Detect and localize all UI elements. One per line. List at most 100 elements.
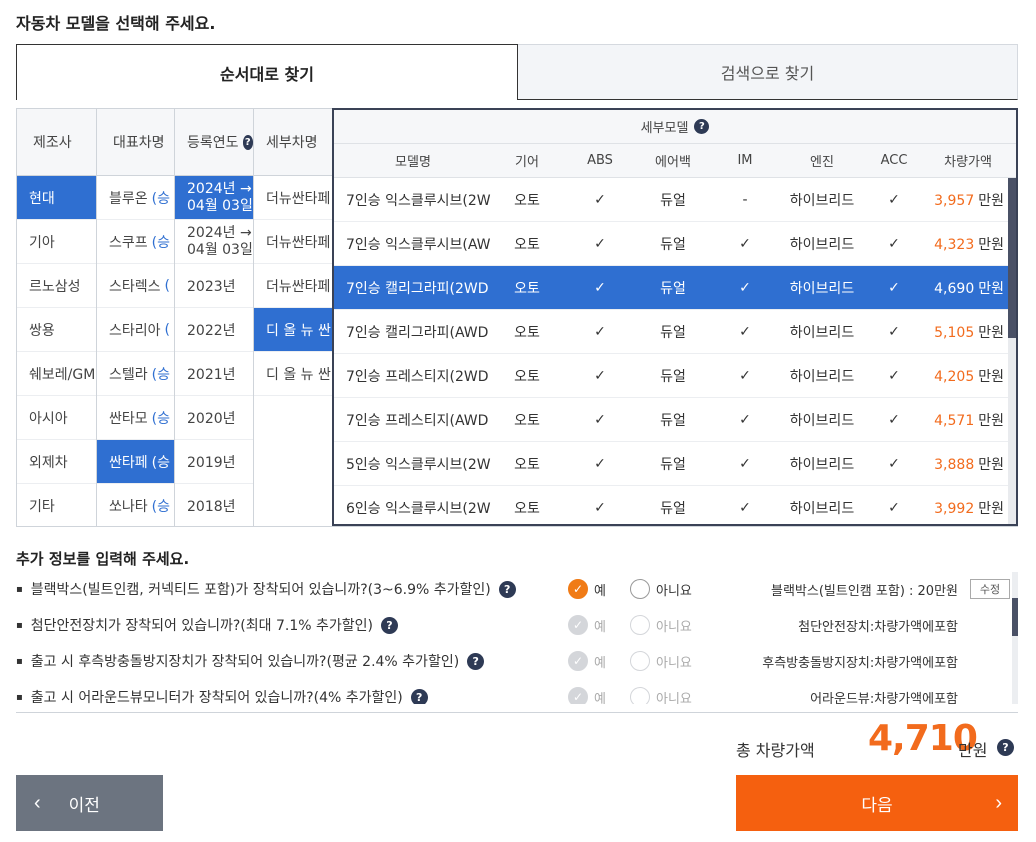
table-row[interactable]: 7인승 프레스티지(2WD 오토 ✓ 듀얼 ✓ 하이브리드 ✓ 4,205 만원 [334,354,1016,398]
model-item[interactable]: 싼타모 (승 [97,396,174,440]
year-item-line1: 2020년 [187,410,236,427]
model-item[interactable]: 싼타페 (승 [97,440,174,484]
check-icon: ✓ [568,579,588,599]
check-icon: ✓ [568,687,588,704]
row-abs: ✓ [594,367,606,384]
radio-no[interactable]: 아니요 [630,651,692,671]
question-circle-icon[interactable]: ? [467,652,485,670]
row-price-unit: 만원 [978,280,1004,297]
table-row[interactable]: 7인승 익스클루시브(AW 오토 ✓ 듀얼 ✓ 하이브리드 ✓ 4,323 만원 [334,222,1016,266]
detail-title-row: 세부모델 ? [334,110,1016,144]
detail-scrollbar-thumb[interactable] [1008,178,1016,338]
maker-item[interactable]: 쉐보레/GM [17,352,96,396]
row-acc: ✓ [888,455,900,472]
year-item[interactable]: 2024년 → 04월 03일 [175,220,253,264]
maker-item[interactable]: 기타 [17,484,96,526]
radio-empty-icon [630,615,650,635]
model-item[interactable]: 블루온 (승 [97,176,174,220]
row-price-unit: 만원 [978,192,1004,209]
model-item-type: (승 [151,410,170,427]
question-circle-icon[interactable]: ? [694,119,710,134]
year-item[interactable]: 2024년 → 04월 03일 [175,176,253,220]
maker-column-header: 제조사 [17,109,96,176]
year-item[interactable]: 2021년 [175,352,253,396]
submodel-item[interactable]: 디 올 뉴 싼 [254,352,334,396]
radio-yes-label: 예 [594,619,606,635]
question-circle-icon[interactable]: ? [380,616,398,634]
row-price: 3,992 만원 [926,498,1010,518]
year-item-line1: 2019년 [187,454,236,471]
year-item[interactable]: 2018년 [175,484,253,526]
option-row: ▪ 첨단안전장치가 장착되어 있습니까?(최대 7.1% 추가할인)? ✓ 예 아니요 첨… [16,610,1018,640]
tab-sequential[interactable]: 순서대로 찾기 [16,44,518,100]
option-question: ▪ 첨단안전장치가 장착되어 있습니까?(최대 7.1% 추가할인)? [16,615,398,635]
model-item[interactable]: 쏘나타 (승 [97,484,174,526]
year-item[interactable]: 2023년 [175,264,253,308]
year-item[interactable]: 2020년 [175,396,253,440]
radio-no[interactable]: 아니요 [630,687,692,704]
model-item[interactable]: 스타렉스( [97,264,174,308]
option-question-text: 블랙박스(빌트인캠, 커넥티드 포함)가 장착되어 있습니까?(3~6.9% 추… [30,582,491,598]
radio-yes[interactable]: ✓ 예 [568,651,606,671]
model-item-type: ( [164,321,170,338]
row-abs: ✓ [594,455,606,472]
submodel-item[interactable]: 더뉴싼타페 [254,176,334,220]
radio-yes[interactable]: ✓ 예 [568,687,606,704]
year-header-label: 등록연도 [187,135,239,151]
table-row[interactable]: 7인승 캘리그라피(AWD 오토 ✓ 듀얼 ✓ 하이브리드 ✓ 5,105 만원 [334,310,1016,354]
options-scrollbar-track[interactable] [1012,572,1018,704]
options-scrollbar-thumb[interactable] [1012,598,1018,636]
row-price-unit: 만원 [978,412,1004,429]
edit-button[interactable]: 수정 [970,579,1010,599]
model-item-name: 스텔라 [109,366,148,383]
model-item-type: (승 [151,498,170,515]
maker-item[interactable]: 현대 [17,176,96,220]
submodel-item[interactable]: 더뉴싼타페 [254,220,334,264]
radio-yes[interactable]: ✓ 예 [568,615,606,635]
model-item[interactable]: 스타리아( [97,308,174,352]
model-item-name: 싼타모 [109,410,148,427]
table-row[interactable]: 5인승 익스클루시브(2W 오토 ✓ 듀얼 ✓ 하이브리드 ✓ 3,888 만원 [334,442,1016,486]
model-item-type: (승 [151,454,170,471]
prev-button[interactable]: ‹ 이전 [16,775,163,831]
table-row[interactable]: 6인승 익스클루시브(2W 오토 ✓ 듀얼 ✓ 하이브리드 ✓ 3,992 만원 [334,486,1016,524]
table-row[interactable]: 7인승 익스클루시브(2W 오토 ✓ 듀얼 - 하이브리드 ✓ 3,957 만원 [334,178,1016,222]
year-item[interactable]: 2019년 [175,440,253,484]
maker-item[interactable]: 쌍용 [17,308,96,352]
question-circle-icon[interactable]: ? [242,134,253,150]
radio-no[interactable]: 아니요 [630,579,692,599]
submodel-item[interactable]: 더뉴싼타페 [254,264,334,308]
year-item[interactable]: 2022년 [175,308,253,352]
year-item-line2: 04월 03일 [187,241,253,258]
row-abs: ✓ [594,323,606,340]
radio-no-label: 아니요 [656,655,692,671]
row-engine: 하이브리드 [789,500,855,517]
question-circle-icon[interactable]: ? [997,739,1014,756]
table-row[interactable]: 7인승 프레스티지(AWD 오토 ✓ 듀얼 ✓ 하이브리드 ✓ 4,571 만원 [334,398,1016,442]
row-price: 4,323 만원 [926,234,1010,254]
next-button[interactable]: 다음 › [736,775,1018,831]
radio-no[interactable]: 아니요 [630,615,692,635]
model-item[interactable]: 스쿠프 (승 [97,220,174,264]
maker-item[interactable]: 외제차 [17,440,96,484]
maker-item[interactable]: 아시아 [17,396,96,440]
year-item-line1: 2022년 [187,322,236,339]
table-row[interactable]: 7인승 캘리그라피(2WD 오토 ✓ 듀얼 ✓ 하이브리드 ✓ 4,690 만원 [334,266,1016,310]
question-circle-icon[interactable]: ? [410,688,428,704]
model-item[interactable]: 스텔라 (승 [97,352,174,396]
maker-item[interactable]: 기아 [17,220,96,264]
year-item-line1: 2023년 [187,278,236,295]
submodel-item[interactable]: 디 올 뉴 싼 [254,308,334,352]
tab-search[interactable]: 검색으로 찾기 [518,44,1018,100]
maker-item[interactable]: 르노삼성 [17,264,96,308]
radio-yes[interactable]: ✓ 예 [568,579,606,599]
header-engine: 엔진 [810,155,834,170]
row-price-unit: 만원 [978,368,1004,385]
row-acc: ✓ [888,191,900,208]
row-im: ✓ [739,235,751,252]
question-circle-icon[interactable]: ? [498,580,516,598]
row-price-value: 3,992 [934,500,975,517]
next-button-label: 다음 [861,795,893,815]
check-icon: ✓ [568,651,588,671]
row-im: ✓ [739,499,751,516]
